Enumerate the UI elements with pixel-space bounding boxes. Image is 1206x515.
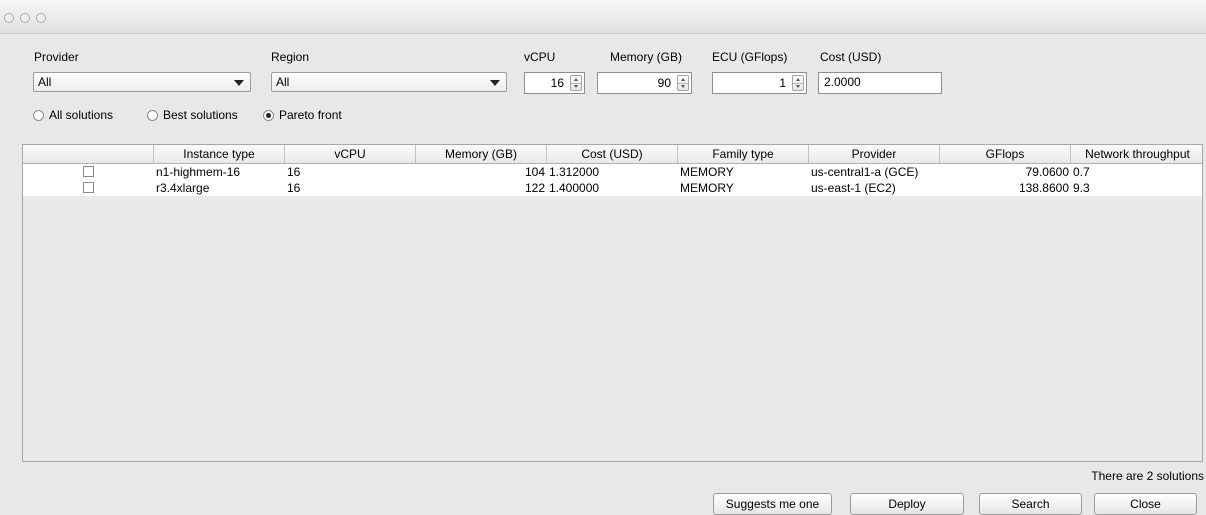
- radio-selected-icon: [263, 110, 274, 121]
- cost-field[interactable]: 2.0000: [818, 72, 942, 94]
- ecu-spinner[interactable]: 1: [712, 72, 807, 94]
- radio-all-solutions[interactable]: All solutions: [33, 108, 113, 124]
- cost-label: Cost (USD): [820, 50, 882, 64]
- zoom-window-icon[interactable]: [36, 13, 46, 23]
- provider-select[interactable]: All: [33, 72, 251, 92]
- vcpu-value: 16: [550, 76, 564, 90]
- radio-circle-icon: [33, 110, 44, 121]
- chevron-down-icon: [234, 80, 244, 86]
- cell-cost: 1.400000: [549, 181, 600, 195]
- cell-family-type: MEMORY: [680, 181, 734, 195]
- cost-value: 2.0000: [824, 75, 861, 89]
- up-arrow-icon[interactable]: [681, 78, 685, 81]
- cell-instance-type: n1-highmem-16: [156, 165, 241, 179]
- main-panel: Provider Region vCPU Memory (GB) ECU (GF…: [0, 34, 1206, 515]
- region-select-value: All: [276, 75, 290, 89]
- table-row[interactable]: n1-highmem-16 16 104 1.312000 MEMORY us-…: [23, 164, 1202, 180]
- radio-circle-icon: [147, 110, 158, 121]
- up-arrow-icon[interactable]: [574, 78, 578, 81]
- region-label: Region: [271, 50, 310, 64]
- cell-network-throughput: 0.7: [1073, 165, 1090, 179]
- solutions-count-text: There are 2 solutions: [1091, 469, 1204, 483]
- cell-cost: 1.312000: [549, 165, 600, 179]
- region-select[interactable]: All: [271, 72, 507, 92]
- radio-label: Best solutions: [163, 108, 238, 122]
- cell-memory: 122: [524, 181, 545, 195]
- radio-label: All solutions: [49, 108, 114, 122]
- radio-label: Pareto front: [279, 108, 342, 122]
- column-header-network-throughput[interactable]: Network throughput: [1071, 145, 1202, 163]
- vcpu-label: vCPU: [524, 50, 556, 64]
- memory-spinner[interactable]: 90: [597, 72, 692, 94]
- ecu-stepper[interactable]: [792, 75, 804, 91]
- cell-provider: us-east-1 (EC2): [811, 181, 896, 195]
- results-table: Instance type vCPU Memory (GB) Cost (USD…: [22, 144, 1203, 462]
- cell-instance-type: r3.4xlarge: [156, 181, 210, 195]
- table-header: Instance type vCPU Memory (GB) Cost (USD…: [23, 145, 1202, 164]
- down-arrow-icon[interactable]: [681, 85, 685, 88]
- column-header-memory[interactable]: Memory (GB): [416, 145, 547, 163]
- memory-stepper[interactable]: [677, 75, 689, 91]
- chevron-down-icon: [490, 80, 500, 86]
- vcpu-stepper[interactable]: [570, 75, 582, 91]
- vcpu-spinner[interactable]: 16: [524, 72, 585, 94]
- provider-select-value: All: [38, 75, 52, 89]
- cell-vcpu: 16: [287, 165, 301, 179]
- minimize-window-icon[interactable]: [20, 13, 30, 23]
- column-header-family-type[interactable]: Family type: [678, 145, 809, 163]
- provider-label: Provider: [34, 50, 79, 64]
- ecu-value: 1: [779, 76, 786, 90]
- window-titlebar: [0, 0, 1206, 34]
- ecu-label: ECU (GFlops): [712, 50, 788, 64]
- memory-value: 90: [657, 76, 671, 90]
- column-header-select[interactable]: [23, 145, 154, 163]
- cell-gflops: 79.0600: [1025, 165, 1069, 179]
- radio-pareto-front[interactable]: Pareto front: [263, 108, 342, 124]
- radio-best-solutions[interactable]: Best solutions: [147, 108, 238, 124]
- column-header-cost[interactable]: Cost (USD): [547, 145, 678, 163]
- column-header-instance-type[interactable]: Instance type: [154, 145, 285, 163]
- close-window-icon[interactable]: [4, 13, 14, 23]
- table-row[interactable]: r3.4xlarge 16 122 1.400000 MEMORY us-eas…: [23, 180, 1202, 196]
- cell-memory: 104: [524, 165, 545, 179]
- up-arrow-icon[interactable]: [796, 78, 800, 81]
- column-header-provider[interactable]: Provider: [809, 145, 940, 163]
- cell-family-type: MEMORY: [680, 165, 734, 179]
- cell-network-throughput: 9.3: [1073, 181, 1090, 195]
- row-checkbox[interactable]: [83, 182, 94, 193]
- cell-vcpu: 16: [287, 181, 301, 195]
- cell-provider: us-central1-a (GCE): [811, 165, 919, 179]
- row-checkbox[interactable]: [83, 166, 94, 177]
- memory-label: Memory (GB): [610, 50, 682, 64]
- column-header-vcpu[interactable]: vCPU: [285, 145, 416, 163]
- column-header-gflops[interactable]: GFlops: [940, 145, 1071, 163]
- cell-gflops: 138.8600: [1018, 181, 1069, 195]
- down-arrow-icon[interactable]: [796, 85, 800, 88]
- down-arrow-icon[interactable]: [574, 85, 578, 88]
